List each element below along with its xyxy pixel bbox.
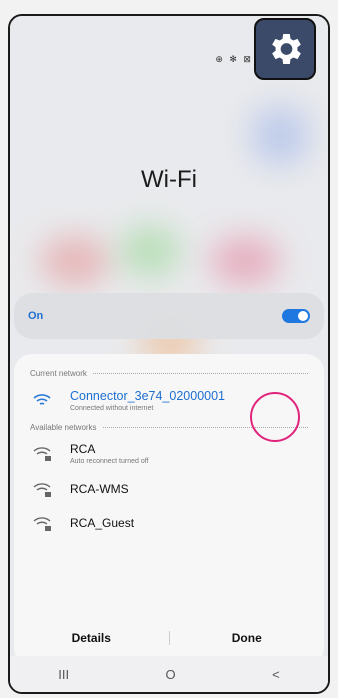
wifi-toggle-label: On [28,310,44,322]
details-button[interactable]: Details [14,631,169,645]
available-networks-label: Available networks [30,422,97,432]
network-name: RCA [70,441,96,456]
highlight-circle [250,392,300,442]
sheet-actions: Details Done [14,620,324,656]
back-button[interactable]: < [272,667,280,682]
network-name: Connector_3e74_02000001 [70,388,225,403]
network-item-rca-wms[interactable]: RCA-WMS [14,472,324,506]
wifi-toggle-switch[interactable] [282,309,310,323]
home-button[interactable]: O [166,667,176,682]
network-status: Auto reconnect turned off [70,457,149,465]
wifi-locked-icon [33,483,51,497]
current-network-label: Current network [30,368,87,378]
network-name: RCA-WMS [70,482,129,496]
network-status: Connected without internet [70,404,154,412]
phone-frame: ⊕ ✻ ⊠ ◂ Wi-Fi On Current network Connect… [8,14,330,694]
network-item-rca-guest[interactable]: RCA_Guest [14,506,324,540]
wifi-signal-icon [33,394,51,405]
wifi-locked-icon [33,447,51,461]
network-name: RCA_Guest [70,516,135,530]
page-title: Wi-Fi [141,166,197,193]
wifi-locked-icon [33,517,51,531]
settings-gear-icon[interactable] [254,18,316,80]
wifi-toggle-row[interactable]: On [14,293,324,339]
done-button[interactable]: Done [170,631,325,645]
recent-apps-button[interactable]: III [58,667,69,682]
navigation-bar: III O < [10,656,328,692]
current-network-section: Current network [14,366,324,380]
